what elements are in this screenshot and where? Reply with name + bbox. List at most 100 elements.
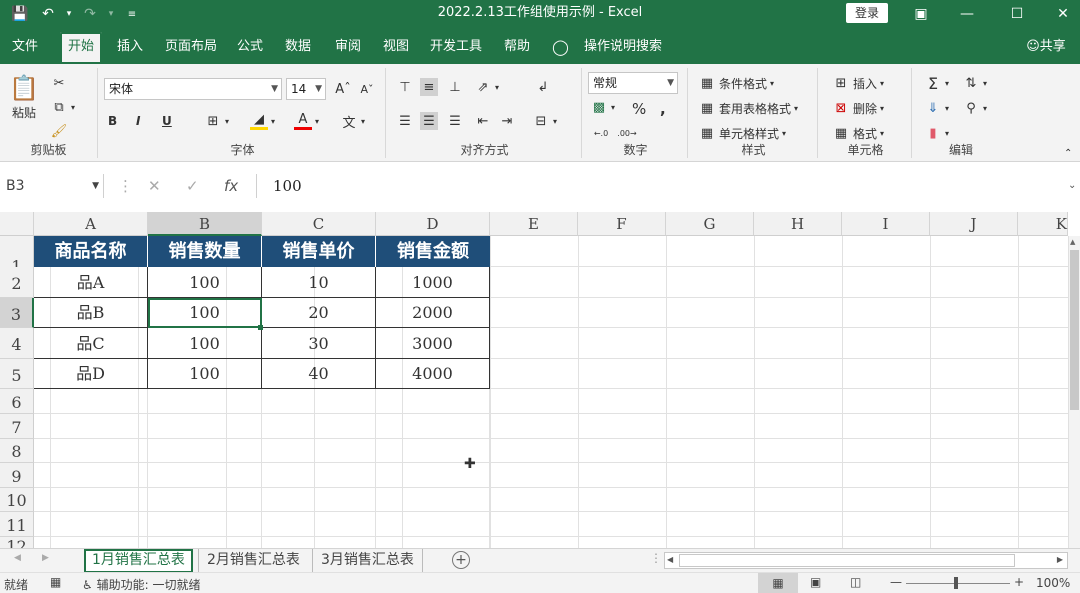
zoom-out-button[interactable]: — <box>890 575 902 589</box>
merge-center-button[interactable]: ⊟ ▾ <box>532 112 557 130</box>
table-cell[interactable]: 100 <box>148 328 262 359</box>
decrease-decimal-button[interactable]: .00→ <box>617 124 636 142</box>
zoom-slider[interactable] <box>906 583 1010 584</box>
cut-button[interactable]: ✂ <box>50 74 68 92</box>
cell-styles-button[interactable]: ▦ 单元格样式 ▾ <box>698 124 786 142</box>
increase-indent-button[interactable]: ⇥ <box>498 112 516 130</box>
align-center-button[interactable]: ☰ <box>420 112 438 130</box>
comma-button[interactable]: , <box>660 100 666 118</box>
accounting-format-button[interactable]: ▩ ▾ <box>590 98 615 116</box>
row-header[interactable]: 4 <box>0 328 34 359</box>
font-size-select[interactable]: 14 ▼ <box>286 78 326 100</box>
border-button[interactable]: ⊞ ▾ <box>204 112 229 130</box>
row-header[interactable]: 8 <box>0 439 34 463</box>
sheet-tab[interactable]: 3月销售汇总表 <box>312 549 423 573</box>
conditional-format-button[interactable]: ▦ 条件格式 ▾ <box>698 74 774 92</box>
align-bottom-button[interactable]: ⊥ <box>446 78 464 96</box>
share-button[interactable]: ☺共享 <box>1018 32 1074 64</box>
scroll-left-icon[interactable]: ◀ <box>667 555 673 564</box>
save-icon[interactable]: 💾 <box>8 2 32 26</box>
number-format-select[interactable]: 常规 ▼ <box>588 72 678 94</box>
copy-button[interactable]: ⧉ ▾ <box>50 98 75 116</box>
select-all-corner[interactable] <box>0 212 34 236</box>
clear-button[interactable]: ▮ ▾ <box>924 124 949 142</box>
table-cell[interactable]: 100 <box>148 359 262 389</box>
zoom-slider-thumb[interactable] <box>954 577 958 589</box>
tab-formulas[interactable]: 公式 <box>232 32 268 64</box>
sort-filter-button[interactable]: ⇅ ▾ <box>962 74 987 92</box>
orientation-button[interactable]: ⇗ ▾ <box>474 78 499 96</box>
chevron-down-icon[interactable]: ▾ <box>64 2 74 26</box>
column-header[interactable]: E <box>490 212 578 236</box>
italic-button[interactable]: I <box>136 114 140 128</box>
row-header[interactable]: 9 <box>0 463 34 488</box>
next-sheet-icon[interactable]: ▶ <box>42 553 49 563</box>
table-cell[interactable]: 品A <box>34 267 148 298</box>
format-as-table-button[interactable]: ▦ 套用表格格式 ▾ <box>698 99 798 117</box>
column-header[interactable]: H <box>754 212 842 236</box>
column-header[interactable]: I <box>842 212 930 236</box>
table-header-cell[interactable]: 商品名称 <box>34 236 148 267</box>
table-cell[interactable]: 2000 <box>376 298 490 328</box>
row-header[interactable]: 10 <box>0 488 34 512</box>
fill-handle[interactable] <box>258 325 263 330</box>
table-header-cell[interactable]: 销售单价 <box>262 236 376 267</box>
worksheet-grid[interactable]: A B C D E F G H I J K 1 2 3 4 5 6 7 8 9 … <box>0 212 1080 548</box>
table-cell[interactable]: 40 <box>262 359 376 389</box>
align-right-button[interactable]: ☰ <box>446 112 464 130</box>
table-cell[interactable]: 100 <box>148 267 262 298</box>
zoom-in-button[interactable]: + <box>1014 575 1024 589</box>
increase-font-button[interactable]: Aˆ <box>334 80 352 98</box>
page-layout-view-icon[interactable]: ▣ <box>810 575 821 589</box>
format-cells-button[interactable]: ▦ 格式 ▾ <box>832 124 884 142</box>
format-painter-button[interactable]: 🖌 <box>50 122 68 140</box>
tab-home[interactable]: 开始 <box>60 32 102 64</box>
fill-color-button[interactable]: ◢ ▾ <box>250 112 275 130</box>
add-sheet-button[interactable]: + <box>452 551 470 569</box>
tab-view[interactable]: 视图 <box>378 32 414 64</box>
decrease-indent-button[interactable]: ⇤ <box>474 112 492 130</box>
row-header[interactable]: 3 <box>0 298 34 328</box>
sheet-tab[interactable]: 1月销售汇总表 <box>84 549 193 573</box>
table-cell[interactable]: 品C <box>34 328 148 359</box>
table-header-cell[interactable]: 销售金额 <box>376 236 490 267</box>
scroll-right-icon[interactable]: ▶ <box>1057 555 1063 564</box>
customize-icon[interactable]: ≡ <box>120 2 144 26</box>
normal-view-icon[interactable]: ▦ <box>758 573 798 593</box>
scroll-thumb[interactable] <box>1070 250 1079 410</box>
increase-decimal-button[interactable]: ←.0 <box>592 124 610 142</box>
align-left-button[interactable]: ☰ <box>396 112 414 130</box>
prev-sheet-icon[interactable]: ◀ <box>14 553 21 563</box>
row-header[interactable]: 11 <box>0 512 34 537</box>
phonetic-button[interactable]: 文 ▾ <box>340 112 365 131</box>
expand-formula-icon[interactable]: ⌄ <box>1068 174 1076 198</box>
percent-button[interactable]: % <box>632 100 646 118</box>
minimize-icon[interactable]: — <box>944 0 990 28</box>
enter-icon[interactable]: ✓ <box>186 174 199 198</box>
row-header[interactable]: 7 <box>0 414 34 439</box>
tab-insert[interactable]: 插入 <box>110 32 150 64</box>
wrap-text-button[interactable]: ↲ <box>534 78 552 96</box>
paste-button[interactable]: 📋 粘贴 <box>9 74 39 121</box>
column-header[interactable]: A <box>34 212 148 236</box>
table-cell[interactable]: 30 <box>262 328 376 359</box>
insert-function-icon[interactable]: fx <box>224 174 238 198</box>
column-header[interactable]: B <box>148 212 262 236</box>
login-button[interactable]: 登录 <box>846 3 888 23</box>
splitter-icon[interactable]: ⋮ <box>650 551 662 565</box>
collapse-ribbon-icon[interactable]: ⌃ <box>1064 148 1072 159</box>
font-name-select[interactable]: 宋体 ▼ <box>104 78 282 100</box>
formula-input[interactable]: 100 <box>256 174 1080 198</box>
name-box[interactable]: B3 ▼ <box>0 174 104 198</box>
row-header[interactable]: 6 <box>0 389 34 414</box>
scroll-thumb[interactable] <box>679 554 1015 567</box>
align-top-button[interactable]: ⊤ <box>396 78 414 96</box>
tab-developer[interactable]: 开发工具 <box>426 32 486 64</box>
table-cell[interactable]: 3000 <box>376 328 490 359</box>
tab-help[interactable]: 帮助 <box>498 32 536 64</box>
decrease-font-button[interactable]: Aˇ <box>358 80 376 98</box>
align-middle-button[interactable]: ≡ <box>420 78 438 96</box>
row-header[interactable]: 12 <box>0 537 34 548</box>
column-header[interactable]: K <box>1018 212 1068 236</box>
row-header[interactable]: 5 <box>0 359 34 389</box>
